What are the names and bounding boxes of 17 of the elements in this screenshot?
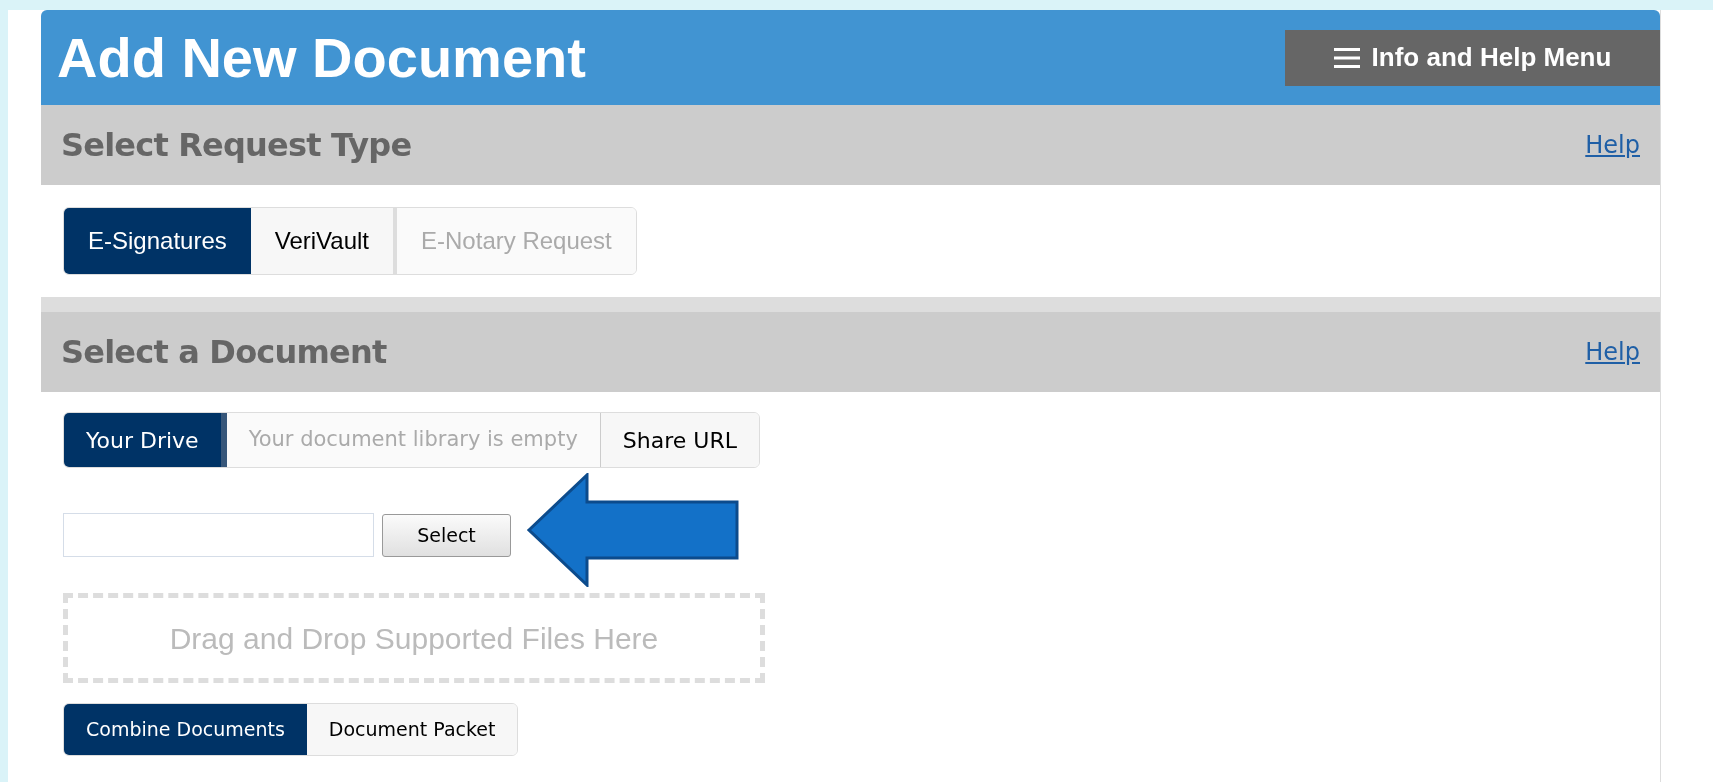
source-tab[interactable]: Your Drive <box>64 413 227 467</box>
menu-button[interactable]: Info and Help Menu <box>1285 29 1660 86</box>
source-tab[interactable]: Share URL <box>599 413 759 467</box>
section-title: Select Request Type <box>61 125 412 166</box>
request-type-tab[interactable]: E-Signatures <box>64 208 251 274</box>
menu-icon <box>1333 46 1360 69</box>
mode-tab[interactable]: Combine Documents <box>64 704 307 755</box>
section-title: Select a Document <box>61 332 387 373</box>
arrow-icon <box>527 473 741 587</box>
help-link[interactable]: Help <box>1585 334 1640 370</box>
help-link[interactable]: Help <box>1585 127 1640 163</box>
select-button[interactable]: Select <box>382 513 511 557</box>
request-type-tab[interactable]: VeriVault <box>250 208 398 274</box>
empty-library-note: Your document library is empty <box>226 413 600 467</box>
page-title: Add New Document <box>57 24 586 91</box>
mode-tab[interactable]: Document Packet <box>306 704 518 755</box>
file-name-field[interactable] <box>63 513 374 557</box>
